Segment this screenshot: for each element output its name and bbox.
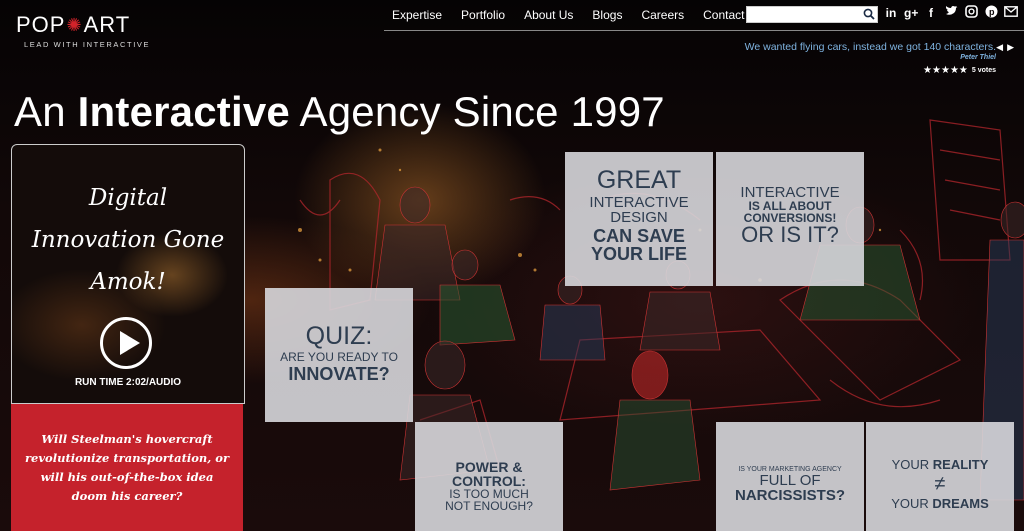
next-arrow-icon[interactable]: ▶ xyxy=(1007,42,1014,53)
promo-text: Will Steelman's hovercraft revolutionize… xyxy=(24,432,230,503)
video-title-line: Digital xyxy=(88,185,168,211)
tile-line: INTERACTIVE xyxy=(740,184,840,201)
nav-item-careers[interactable]: Careers xyxy=(641,8,684,22)
tile-line: ARE YOU READY TO xyxy=(280,350,398,364)
tile-narcissists[interactable]: IS YOUR MARKETING AGENCY FULL OF NARCISS… xyxy=(716,422,864,531)
quote-text: We wanted flying cars, instead we got 14… xyxy=(744,41,996,53)
nav-item-blogs[interactable]: Blogs xyxy=(592,8,622,22)
search-input[interactable] xyxy=(747,7,863,22)
pinterest-icon[interactable]: p xyxy=(984,5,998,21)
social-links: in g+ f p xyxy=(884,5,1018,21)
tile-line: YOUR LIFE xyxy=(590,244,687,264)
twitter-icon[interactable] xyxy=(944,5,958,21)
video-title-line: Innovation Gone xyxy=(31,227,225,253)
tile-line: FULL OF xyxy=(759,472,821,489)
logo[interactable]: POP ✺ ART LEAD WITH INTERACTIVE xyxy=(16,12,150,49)
top-navigation: Expertise Portfolio About Us Blogs Caree… xyxy=(384,0,1024,31)
facebook-icon[interactable]: f xyxy=(924,5,938,21)
quote-author: Peter Thiel xyxy=(960,54,996,61)
tile-word-bold: DREAMS xyxy=(932,496,989,511)
logo-tagline: LEAD WITH INTERACTIVE xyxy=(24,40,151,49)
tile-line: GREAT xyxy=(596,166,682,194)
tile-line: YOUR DREAMS xyxy=(866,497,1014,510)
tile-line: QUIZ: xyxy=(305,322,373,350)
google-plus-icon[interactable]: g+ xyxy=(904,5,918,21)
vote-count: 5 votes xyxy=(971,67,996,74)
previous-arrow-icon[interactable]: ◀ xyxy=(996,42,1003,53)
tile-line: CONTROL: xyxy=(452,473,526,489)
search-box xyxy=(746,6,878,23)
play-button-icon[interactable] xyxy=(100,317,152,369)
search-icon[interactable] xyxy=(863,8,875,20)
nav-item-portfolio[interactable]: Portfolio xyxy=(461,8,505,22)
tile-line: INNOVATE? xyxy=(288,364,390,384)
logo-text-art: ART xyxy=(83,12,131,37)
tile-word: YOUR xyxy=(891,496,933,511)
tile-line: CAN SAVE xyxy=(593,226,685,246)
video-runtime: RUN TIME 2:02/AUDIO xyxy=(74,377,182,388)
video-title: Digital Innovation Gone Amok! xyxy=(12,177,244,303)
headline-part2: Agency Since 1997 xyxy=(289,88,665,135)
nav-item-expertise[interactable]: Expertise xyxy=(392,8,442,22)
tile-line: DESIGN xyxy=(610,209,668,226)
quote-rating: ★★★★★ 5 votes xyxy=(745,65,996,76)
tile-line: YOUR REALITY xyxy=(866,458,1014,471)
tile-word-bold: REALITY xyxy=(932,457,989,472)
video-title-line: Amok! xyxy=(90,269,166,295)
tile-reality-dreams[interactable]: YOUR REALITY ≠ YOUR DREAMS xyxy=(866,422,1014,531)
tile-great-design[interactable]: GREAT INTERACTIVE DESIGN CAN SAVE YOUR L… xyxy=(565,152,713,286)
tile-power-control[interactable]: POWER & CONTROL: IS TOO MUCH NOT ENOUGH? xyxy=(415,422,563,531)
tile-quiz[interactable]: QUIZ: ARE YOU READY TO INNOVATE? xyxy=(265,288,413,422)
headline-part1: An xyxy=(14,88,78,135)
email-icon[interactable] xyxy=(1004,5,1018,21)
logo-text-pop: POP xyxy=(16,12,66,37)
tile-line: NOT ENOUGH? xyxy=(445,499,533,513)
quote-nav: ◀ ▶ xyxy=(996,42,1014,53)
page-headline: An Interactive Agency Since 1997 xyxy=(14,88,665,136)
logo-star-icon: ✺ xyxy=(66,14,83,35)
tile-line: INTERACTIVE xyxy=(589,194,689,211)
tile-conversions[interactable]: INTERACTIVE IS ALL ABOUT CONVERSIONS! OR… xyxy=(716,152,864,286)
promo-panel[interactable]: Will Steelman's hovercraft revolutionize… xyxy=(11,404,243,531)
instagram-icon[interactable] xyxy=(964,5,978,21)
tile-word: YOUR xyxy=(891,457,933,472)
linkedin-icon[interactable]: in xyxy=(884,5,898,21)
svg-text:p: p xyxy=(989,7,995,17)
not-equal-icon: ≠ xyxy=(934,473,946,495)
quote-widget: We wanted flying cars, instead we got 14… xyxy=(745,41,996,76)
tile-line: POWER & xyxy=(455,459,523,475)
video-panel[interactable]: Digital Innovation Gone Amok! RUN TIME 2… xyxy=(11,144,245,404)
nav-item-about-us[interactable]: About Us xyxy=(524,8,573,22)
headline-bold: Interactive xyxy=(77,88,290,135)
star-rating-icon[interactable]: ★★★★★ xyxy=(923,65,968,76)
tile-line: NARCISSISTS? xyxy=(734,487,845,504)
tile-line: OR IS IT? xyxy=(741,222,839,247)
logo-wordmark: POP ✺ ART xyxy=(16,12,150,38)
